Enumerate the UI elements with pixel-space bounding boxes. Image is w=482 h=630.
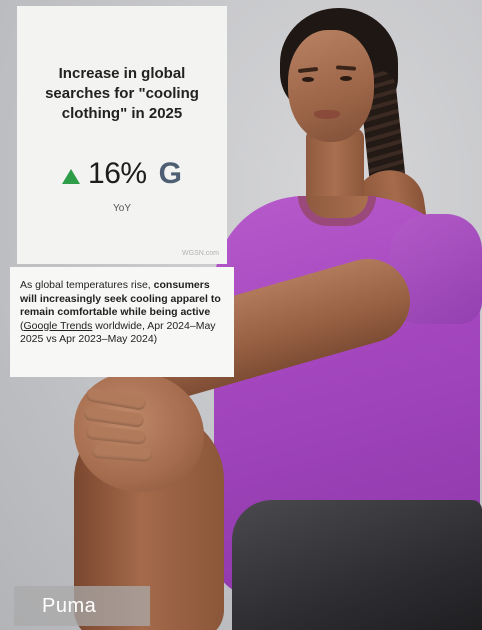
left-eye [302,77,314,82]
up-triangle-icon [62,168,81,184]
card-title-line-1: Increase in global [58,65,186,82]
lips [314,110,340,119]
card-title-line-3: clothing" in 2025 [61,105,183,122]
stat-caption: YoY [113,203,131,214]
stat-card: Increase in global searches for "cooling… [17,6,227,264]
note-intro: As global temperatures rise, [20,279,151,291]
card-title-line-2: searches for "cooling [45,85,199,102]
brand-tag: Puma [14,586,150,626]
infographic-frame: Increase in global searches for "cooling… [0,0,482,630]
stat-row: 16% G [17,154,227,194]
card-title: Increase in global searches for "cooling… [25,64,219,124]
face [288,30,374,142]
context-note: As global temperatures rise, consumers w… [10,267,234,377]
google-g-icon: G [158,157,182,190]
google-trends-link[interactable]: Google Trends [24,320,93,332]
right-eye [340,76,352,81]
stat-value: 16% [88,157,147,190]
shorts [232,500,482,630]
watermark: WGSN.com [182,250,219,257]
